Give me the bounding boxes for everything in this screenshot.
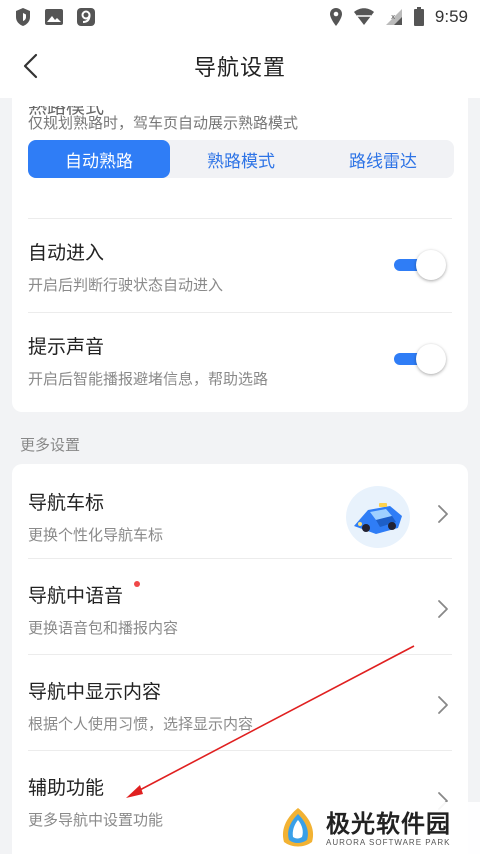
svg-text:x: x [391, 13, 395, 21]
voice-title: 导航中语音 [28, 585, 124, 607]
more-settings-card: 导航车标 更换个性化导航车标 导航中语音 更换语音包和播报内容 导航中显示内容 … [12, 464, 468, 854]
accessibility-subtitle: 更多导航中设置功能 [28, 811, 164, 829]
auto-enter-title: 自动进入 [28, 242, 105, 264]
app-9-icon [77, 8, 95, 26]
auto-enter-toggle[interactable] [394, 248, 446, 282]
prompt-sound-subtitle: 开启后智能播报避堵信息，帮助选路 [28, 370, 269, 388]
toggle-knob [416, 344, 446, 374]
chevron-right-icon [438, 696, 448, 714]
back-button[interactable] [10, 46, 50, 86]
toggle-knob [416, 250, 446, 280]
voice-subtitle: 更换语音包和播报内容 [28, 619, 179, 637]
segment-auto-familiar[interactable]: 自动熟路 [28, 140, 170, 178]
new-badge [134, 581, 140, 587]
display-content-title: 导航中显示内容 [28, 681, 162, 703]
signal-icon: x [385, 9, 402, 25]
status-bar: x 9:59 [0, 0, 480, 34]
wifi-icon [353, 8, 374, 25]
accessibility-title: 辅助功能 [28, 777, 105, 799]
chevron-left-icon [23, 53, 38, 79]
watermark-sub-text: AURORA SOFTWARE PARK [326, 837, 451, 847]
prompt-sound-toggle[interactable] [394, 342, 446, 376]
chevron-right-icon [438, 600, 448, 618]
settings-row-car-marker[interactable]: 导航车标 更换个性化导航车标 [12, 464, 468, 558]
prompt-sound-title: 提示声音 [28, 336, 105, 358]
watermark-main-text: 极光软件园 [326, 809, 451, 838]
title-bar: 导航设置 [0, 34, 480, 98]
battery-icon [413, 7, 424, 26]
familiar-route-segmented-control: 自动熟路 熟路模式 路线雷达 [28, 140, 454, 178]
car-marker-title: 导航车标 [28, 492, 105, 514]
status-time: 9:59 [434, 7, 468, 26]
segment-route-radar[interactable]: 路线雷达 [312, 140, 454, 178]
chevron-right-icon [438, 505, 448, 523]
shield-icon [16, 8, 30, 26]
display-content-subtitle: 根据个人使用习惯，选择显示内容 [28, 715, 254, 733]
image-icon [45, 9, 63, 25]
watermark: 极光软件园 AURORA SOFTWARE PARK [268, 802, 480, 854]
settings-row-voice[interactable]: 导航中语音 更换语音包和播报内容 [12, 559, 468, 653]
segment-familiar-mode[interactable]: 熟路模式 [170, 140, 312, 178]
navigation-options-card: 熟路模式 仅规划熟路时，驾车页自动展示熟路模式 自动熟路 熟路模式 路线雷达 自… [12, 98, 468, 412]
aurora-logo-icon [282, 808, 314, 847]
settings-row-display-content[interactable]: 导航中显示内容 根据个人使用习惯，选择显示内容 [12, 655, 468, 749]
more-settings-label: 更多设置 [20, 436, 81, 454]
location-icon [329, 8, 342, 26]
page-title: 导航设置 [193, 56, 286, 81]
car-marker-subtitle: 更换个性化导航车标 [28, 526, 164, 544]
auto-enter-subtitle: 开启后判断行驶状态自动进入 [28, 276, 224, 294]
divider [28, 312, 452, 313]
car-icon [346, 486, 410, 548]
familiar-route-hint: 仅规划熟路时，驾车页自动展示熟路模式 [28, 114, 299, 132]
divider [28, 218, 452, 219]
